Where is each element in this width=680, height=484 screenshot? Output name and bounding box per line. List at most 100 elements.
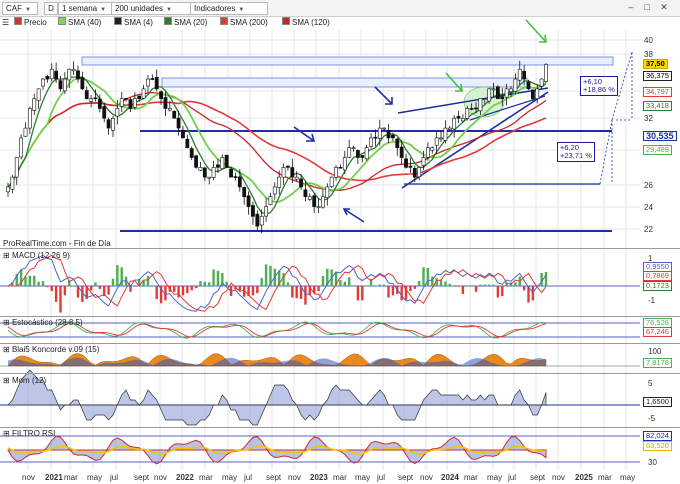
- candle-body: [443, 127, 448, 141]
- panel-divider[interactable]: [0, 427, 680, 428]
- rsi-filter-tag: 63,520: [643, 441, 672, 451]
- macd-hist-bar: [98, 286, 102, 289]
- settings-icon[interactable]: ⊞: [3, 345, 12, 354]
- macd-signal-tag: 0,7869: [643, 271, 672, 281]
- candle-body: [71, 68, 76, 72]
- candle-body: [364, 147, 369, 160]
- arrow-blue-2: [293, 126, 315, 142]
- candle-body: [417, 167, 422, 178]
- candle-body: [395, 138, 400, 149]
- x-tick-label: mar: [64, 473, 78, 482]
- macd-hist-bar: [387, 286, 390, 298]
- panel-divider[interactable]: [0, 248, 680, 249]
- macd-hist-bar: [50, 286, 53, 292]
- panel-title-text: Estocástico (28 8 5): [11, 318, 83, 327]
- candle-body: [329, 176, 334, 187]
- macd-hist-bar: [496, 286, 500, 298]
- candle-body: [399, 146, 404, 158]
- panel-title-macd[interactable]: ⊞ MACD (12 26 9): [3, 251, 70, 261]
- candle-body: [233, 176, 238, 178]
- candle-body: [93, 97, 98, 100]
- candle-body: [202, 167, 207, 178]
- candle-body: [198, 167, 203, 171]
- candle-body: [268, 196, 273, 205]
- macd-hist-bar: [291, 286, 294, 298]
- candle-body: [272, 186, 277, 195]
- macd-hist-bar: [173, 286, 176, 292]
- macd-hist-bar: [343, 281, 346, 286]
- x-tick-label: nov: [288, 473, 301, 482]
- x-tick-label: sept: [266, 473, 282, 482]
- candle-body: [351, 147, 356, 150]
- panel-title-momentum[interactable]: ⊞ Mom (12): [3, 376, 46, 386]
- candle-body: [539, 78, 544, 87]
- macd-hist-bar: [181, 286, 185, 296]
- macd-hist-bar: [72, 286, 75, 287]
- panel-divider[interactable]: [0, 373, 680, 374]
- candle-body: [181, 129, 185, 139]
- macd-hist-bar: [194, 286, 198, 289]
- panel-divider[interactable]: [0, 343, 680, 344]
- y-tick: 100: [648, 347, 662, 356]
- settings-icon[interactable]: ⊞: [3, 376, 12, 385]
- panel-divider[interactable]: [0, 316, 680, 317]
- settings-icon[interactable]: ⊞: [3, 429, 12, 438]
- x-tick-label: may: [487, 473, 503, 482]
- macd-hist-bar: [54, 286, 58, 302]
- candle-body: [439, 137, 443, 140]
- candle-body: [115, 108, 120, 117]
- candle-body: [211, 167, 216, 178]
- x-tick-label: may: [222, 473, 238, 482]
- macd-hist-bar: [63, 286, 67, 296]
- y-tick: -5: [648, 414, 656, 423]
- candle-body: [54, 70, 59, 80]
- candle-body: [237, 176, 242, 188]
- panel-title-text: Blai5 Koncorde v.09 (15): [11, 345, 100, 354]
- candle-body: [509, 88, 513, 92]
- candle-body: [286, 165, 290, 168]
- candle-body: [89, 98, 94, 102]
- panel-title-rsi[interactable]: ⊞ FILTRO RSI: [3, 429, 55, 439]
- candle-body: [447, 127, 452, 130]
- candle-body: [294, 176, 299, 180]
- candle-body: [382, 127, 387, 130]
- macd-hist-bar: [400, 286, 403, 301]
- candle-body: [426, 147, 430, 158]
- x-tick-label: 2021: [45, 473, 63, 482]
- macd-hist-bar: [33, 275, 36, 286]
- panel-title-stochastic[interactable]: ⊞ Estocástico (28 8 5): [3, 318, 83, 328]
- macd-hist-bar: [89, 286, 93, 291]
- macd-hist-bar: [199, 280, 202, 286]
- macd-hist-bar: [151, 285, 154, 286]
- candle-body: [189, 148, 194, 158]
- macd-hist-bar: [46, 286, 49, 288]
- candle-body: [128, 99, 133, 109]
- x-tick-label: jul: [377, 473, 386, 482]
- candle-body: [465, 108, 470, 119]
- macd-hist-bar: [94, 282, 97, 286]
- candle-body: [290, 167, 295, 178]
- price-tag-sma-red: 34,797: [643, 87, 672, 97]
- panel-title-koncorde[interactable]: ⊞ Blai5 Koncorde v.09 (15): [3, 345, 99, 355]
- candle-body: [67, 68, 72, 81]
- price-tag-last: 37,50: [643, 59, 668, 69]
- candle-body: [434, 137, 439, 146]
- candle-body: [10, 176, 15, 190]
- settings-icon[interactable]: ⊞: [3, 251, 12, 260]
- macd-line: [7, 254, 547, 312]
- y-tick: 5: [648, 379, 653, 388]
- candle-body: [356, 150, 360, 158]
- x-tick-label: 2022: [176, 473, 194, 482]
- candle-body: [391, 134, 395, 139]
- candle-body: [342, 157, 347, 171]
- measure-percent: +18,86 %: [583, 85, 615, 94]
- resistance-zone-lower: [161, 77, 528, 88]
- macd-hist-bar: [356, 286, 360, 301]
- candle-body: [36, 88, 41, 101]
- settings-icon[interactable]: ⊞: [3, 318, 12, 327]
- x-tick-label: may: [620, 473, 636, 482]
- candle-body: [207, 176, 212, 179]
- macd-signal-line: [8, 254, 547, 312]
- price-tag-sma4: 36,375: [643, 71, 672, 81]
- macd-hist-bar: [186, 286, 189, 294]
